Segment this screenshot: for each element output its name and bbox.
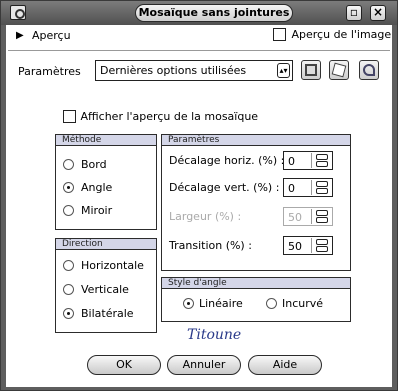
direction-group: Direction Horizontale Verticale Bilatéra… <box>55 238 157 333</box>
method-radio-miroir[interactable] <box>63 205 74 216</box>
width-value: 50 <box>288 211 302 224</box>
width-spinner: 50 <box>283 207 333 226</box>
width-arrows-icon <box>311 209 331 224</box>
ok-button[interactable]: OK <box>87 355 161 375</box>
v-offset-value[interactable]: 0 <box>288 182 295 195</box>
transition-value[interactable]: 50 <box>288 240 302 253</box>
tile-preview-checkbox-row[interactable]: Afficher l'aperçu de la mosaïque <box>63 109 258 123</box>
transition-arrows-icon[interactable] <box>311 238 331 253</box>
transition-label: Transition (%) : <box>169 239 252 252</box>
direction-label-bilaterale[interactable]: Bilatérale <box>81 307 134 320</box>
save-preset-icon[interactable] <box>301 60 321 80</box>
tile-preview-label: Afficher l'aperçu de la mosaïque <box>80 109 259 123</box>
method-radio-angle[interactable] <box>63 182 74 193</box>
image-preview-label: Aperçu de l'image <box>291 27 392 41</box>
h-offset-label: Décalage horiz. (%) : <box>169 154 285 167</box>
presets-value: Dernières options utilisées <box>100 64 247 77</box>
direction-radio-horizontale[interactable] <box>63 260 74 271</box>
h-offset-value[interactable]: 0 <box>288 155 295 168</box>
camera-icon <box>10 5 26 20</box>
method-radio-bord[interactable] <box>63 159 74 170</box>
randomize-dice-icon[interactable] <box>329 60 349 80</box>
minimize-button[interactable]: ▫ <box>346 5 362 21</box>
dropdown-arrow-icon[interactable]: ▴▾ <box>277 63 290 78</box>
expand-preview-icon[interactable]: ▶ <box>16 30 24 41</box>
width-label: Largeur (%) : <box>169 210 242 223</box>
h-offset-spinner[interactable]: 0 <box>283 151 333 170</box>
corner-radio-incurve[interactable] <box>266 298 277 309</box>
cancel-button[interactable]: Annuler <box>167 355 241 375</box>
dialog-body: ▶ Aperçu Aperçu de l'image Paramètres De… <box>6 25 392 387</box>
window-title: Mosaïque sans jointures <box>135 4 293 22</box>
v-offset-spinner[interactable]: 0 <box>283 178 333 197</box>
v-offset-arrows-icon[interactable] <box>311 180 331 195</box>
transition-spinner[interactable]: 50 <box>283 236 333 255</box>
corner-label-incurve[interactable]: Incurvé <box>282 297 323 310</box>
corner-style-group: Style d'angle Linéaire Incurvé <box>161 277 351 322</box>
direction-radio-bilaterale[interactable] <box>63 308 74 319</box>
direction-label-verticale[interactable]: Verticale <box>81 283 129 296</box>
method-title: Méthode <box>56 135 156 146</box>
corner-label-lineaire[interactable]: Linéaire <box>199 297 243 310</box>
help-button[interactable]: Aide <box>248 355 322 375</box>
method-label-miroir[interactable]: Miroir <box>81 204 112 217</box>
reset-icon[interactable] <box>359 60 379 80</box>
h-offset-arrows-icon[interactable] <box>311 153 331 168</box>
divider <box>8 50 390 51</box>
image-preview-checkbox[interactable] <box>273 27 286 41</box>
presets-dropdown[interactable]: Dernières options utilisées ▴▾ <box>95 60 293 81</box>
watermark-signature: Titoune <box>187 327 242 343</box>
params-title: Paramètres <box>162 135 350 146</box>
params-group: Paramètres Décalage horiz. (%) : 0 Décal… <box>161 134 351 271</box>
dialog-window: Mosaïque sans jointures ▫ × ▶ Aperçu Ape… <box>0 0 398 391</box>
direction-label-horizontale[interactable]: Horizontale <box>81 259 144 272</box>
corner-style-title: Style d'angle <box>162 278 350 289</box>
presets-label: Paramètres <box>18 65 81 78</box>
method-group: Méthode Bord Angle Miroir <box>55 134 157 230</box>
method-label-angle[interactable]: Angle <box>81 181 112 194</box>
tile-preview-checkbox[interactable] <box>63 109 76 123</box>
image-preview-checkbox-row[interactable]: Aperçu de l'image <box>273 27 391 41</box>
corner-radio-lineaire[interactable] <box>183 298 194 309</box>
title-bar[interactable]: Mosaïque sans jointures ▫ × <box>1 1 397 25</box>
method-label-bord[interactable]: Bord <box>81 158 107 171</box>
direction-title: Direction <box>56 239 156 250</box>
v-offset-label: Décalage vert. (%) : <box>169 181 280 194</box>
close-button[interactable]: × <box>370 5 386 21</box>
preview-toggle-label[interactable]: Aperçu <box>32 29 71 42</box>
direction-radio-verticale[interactable] <box>63 284 74 295</box>
